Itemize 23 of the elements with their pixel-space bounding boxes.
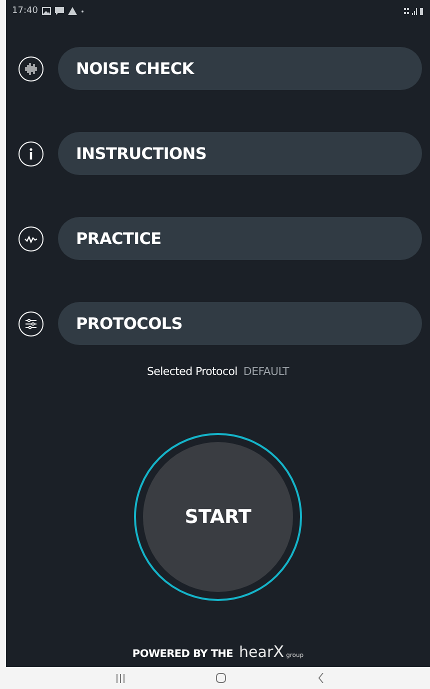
sliders-icon[interactable]: [18, 310, 44, 336]
menu-button[interactable]: NOISE CHECK: [58, 47, 422, 90]
home-icon[interactable]: [216, 673, 226, 683]
dot-icon: [80, 10, 84, 12]
powered-by-text: POWERED BY THE: [132, 648, 234, 660]
menu-button[interactable]: INSTRUCTIONS: [58, 132, 422, 175]
back-icon[interactable]: [318, 673, 324, 683]
message-icon: [54, 7, 64, 15]
recent-apps-icon[interactable]: [116, 674, 125, 682]
selected-protocol-label: Selected Protocol: [147, 365, 238, 378]
menu-button[interactable]: PROTOCOLS: [58, 302, 422, 345]
info-icon[interactable]: [18, 140, 44, 166]
signal-icon: [404, 7, 424, 15]
selected-protocol-value: DEFAULT: [243, 365, 289, 378]
start-button[interactable]: START: [143, 442, 293, 592]
waveform-icon[interactable]: [18, 56, 44, 82]
status-time: 17:40: [12, 6, 38, 16]
warning-icon: [68, 7, 77, 15]
image-icon: [42, 7, 51, 15]
menu-button[interactable]: PRACTICE: [58, 217, 422, 260]
logo-text: hear: [239, 643, 274, 661]
logo-x-text: X: [273, 642, 284, 661]
pulse-icon[interactable]: [18, 226, 44, 252]
